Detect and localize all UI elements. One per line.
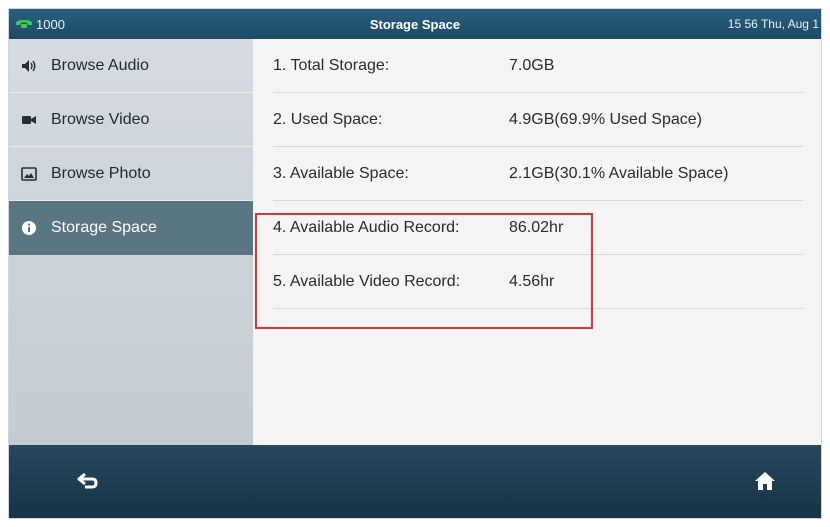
clock: 15 56 Thu, Aug 1 <box>727 17 819 31</box>
sidebar-item-label: Storage Space <box>51 218 157 236</box>
speaker-icon <box>21 58 37 74</box>
storage-row-available: 3. Available Space: 2.1GB(30.1% Availabl… <box>273 147 803 201</box>
page-title: Storage Space <box>369 17 461 32</box>
row-value: 7.0GB <box>509 56 555 74</box>
phone-screen: 1000 Storage Space 15 56 Thu, Aug 1 Brow… <box>8 8 822 519</box>
sidebar: Browse Audio Browse Video Browse Photo S… <box>9 39 253 445</box>
storage-row-video-record: 5. Available Video Record: 4.56hr <box>273 255 803 309</box>
row-value: 2.1GB(30.1% Available Space) <box>509 164 729 182</box>
storage-row-total: 1. Total Storage: 7.0GB <box>273 39 803 93</box>
storage-row-used: 2. Used Space: 4.9GB(69.9% Used Space) <box>273 93 803 147</box>
status-bar: 1000 Storage Space 15 56 Thu, Aug 1 <box>9 9 821 39</box>
home-button[interactable] <box>750 469 780 497</box>
sidebar-item-label: Browse Video <box>51 110 150 128</box>
row-label: 1. Total Storage: <box>273 56 390 74</box>
row-value: 86.02hr <box>509 218 564 236</box>
sidebar-item-storage-space[interactable]: Storage Space <box>9 201 253 255</box>
storage-details-panel: 1. Total Storage: 7.0GB 2. Used Space: 4… <box>253 39 821 445</box>
storage-row-audio-record: 4. Available Audio Record: 86.02hr <box>273 201 803 255</box>
row-label: 5. Available Video Record: <box>273 272 461 290</box>
back-button[interactable] <box>73 469 103 497</box>
bottom-bar <box>9 445 821 518</box>
home-icon <box>754 471 776 496</box>
sidebar-item-browse-photo[interactable]: Browse Photo <box>9 147 253 201</box>
sidebar-item-browse-audio[interactable]: Browse Audio <box>9 39 253 93</box>
video-camera-icon <box>21 112 37 128</box>
row-label: 3. Available Space: <box>273 164 409 182</box>
info-icon <box>21 220 37 236</box>
row-value: 4.56hr <box>509 272 555 290</box>
sidebar-item-label: Browse Audio <box>51 56 149 74</box>
back-arrow-icon <box>77 471 99 496</box>
row-value: 4.9GB(69.9% Used Space) <box>509 110 702 128</box>
photo-icon <box>21 166 37 182</box>
row-label: 2. Used Space: <box>273 110 383 128</box>
sidebar-item-browse-video[interactable]: Browse Video <box>9 93 253 147</box>
sidebar-item-label: Browse Photo <box>51 164 151 182</box>
row-label: 4. Available Audio Record: <box>273 218 460 236</box>
